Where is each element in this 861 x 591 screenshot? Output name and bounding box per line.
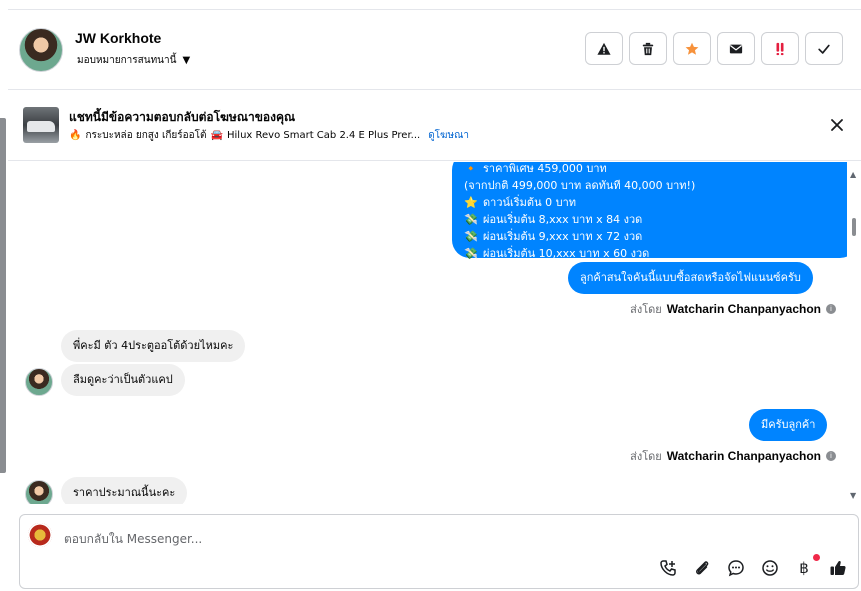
trash-icon xyxy=(642,42,654,55)
incoming-message-bubble[interactable]: พี่คะมี ตัว 4ประตูออโต้ด้วยไหมคะ xyxy=(61,330,246,362)
ad-reply-banner: แชทนี้มีข้อความตอบกลับต่อโฆษณาของคุณ 🔥 ก… xyxy=(8,91,861,161)
warning-icon xyxy=(597,42,611,55)
promo-line: 💸 ผ่อนเริ่มต้น 10,xxx บาท x 60 งวด xyxy=(464,247,650,260)
fire-icon: 🔥 xyxy=(69,130,82,141)
left-panel-edge xyxy=(0,118,6,473)
ad-banner-title: แชทนี้มีข้อความตอบกลับต่อโฆษณาของคุณ xyxy=(69,110,296,124)
sender-name: Watcharin Chanpanyachon xyxy=(666,449,821,463)
ad-banner-subtitle: 🔥 กระบะหล่อ ยกสูง เกียร์ออโต้ 🚘 Hilux Re… xyxy=(69,128,469,143)
composer-tools: ฿ xyxy=(658,554,848,578)
reply-input-placeholder[interactable]: ตอบกลับใน Messenger... xyxy=(64,530,202,549)
contact-avatar-small[interactable] xyxy=(25,480,53,504)
check-icon xyxy=(818,44,830,54)
envelope-icon xyxy=(729,44,743,53)
emoji-icon[interactable] xyxy=(760,558,780,578)
mark-unread-button[interactable] xyxy=(717,32,755,65)
incoming-message-bubble[interactable]: ลืมดูคะว่าเป็นตัวแคป xyxy=(61,364,185,396)
assign-conversation-dropdown[interactable]: มอบหมายการสนทนานี้ ▼ xyxy=(77,53,190,68)
flag-spam-button[interactable] xyxy=(761,32,799,65)
star-icon xyxy=(685,42,699,55)
scroll-down-icon[interactable]: ▼ xyxy=(850,491,856,500)
sent-by-label: ส่งโดย Watcharin Chanpanyachon i xyxy=(630,300,836,318)
sent-by-label: ส่งโดย Watcharin Chanpanyachon i xyxy=(630,447,836,465)
promo-line: 💸 ผ่อนเริ่มต้น 9,xxx บาท x 72 งวด xyxy=(464,230,643,243)
close-banner-button[interactable] xyxy=(827,115,847,135)
promo-line: ⭐ ดาวน์เริ่มต้น 0 บาท xyxy=(464,196,577,209)
mark-done-button[interactable] xyxy=(805,32,843,65)
saved-reply-icon[interactable] xyxy=(726,558,746,578)
paperclip-icon[interactable] xyxy=(692,558,712,578)
assign-label: มอบหมายการสนทนานี้ xyxy=(77,55,177,66)
contact-avatar[interactable] xyxy=(19,28,63,72)
sender-name: Watcharin Chanpanyachon xyxy=(666,302,821,316)
promo-line: 💸 ผ่อนเริ่มต้น 8,xxx บาท x 84 งวด xyxy=(464,213,643,226)
promo-line: 🔸 ราคาพิเศษ 459,000 บาท xyxy=(464,162,607,175)
info-icon[interactable]: i xyxy=(826,304,836,314)
reply-composer[interactable]: ตอบกลับใน Messenger... ฿ xyxy=(19,514,859,589)
ad-thumbnail[interactable] xyxy=(23,107,59,143)
delete-button[interactable] xyxy=(629,32,667,65)
info-icon[interactable]: i xyxy=(826,451,836,461)
caret-down-icon: ▼ xyxy=(182,55,191,66)
promo-line: (จากปกติ 499,000 บาท ลดทันที 40,000 บาท!… xyxy=(464,179,696,192)
view-ad-link[interactable]: ดูโฆษณา xyxy=(428,128,469,143)
notification-dot xyxy=(813,554,820,561)
promo-message-bubble[interactable]: 🔸 ราคาพิเศษ 459,000 บาท (จากปกติ 499,000 … xyxy=(452,162,847,260)
ad-subtitle-text: กระบะหล่อ ยกสูง เกียร์ออโต้ xyxy=(85,130,207,141)
exclamation-icon xyxy=(776,42,784,55)
ad-product-text: Hilux Revo Smart Cab 2.4 E Plus Prer... xyxy=(227,130,421,141)
incoming-message-bubble[interactable]: ราคาประมาณนี้นะคะ xyxy=(61,477,188,504)
car-icon: 🚘 xyxy=(210,130,223,141)
scroll-up-icon[interactable]: ▲ xyxy=(850,170,856,179)
close-icon xyxy=(831,119,843,131)
contact-avatar-small[interactable] xyxy=(25,368,53,396)
message-thread[interactable]: 🔸 ราคาพิเศษ 459,000 บาท (จากปกติ 499,000 … xyxy=(8,162,847,504)
thread-scrollbar[interactable]: ▲ ▼ xyxy=(847,162,861,504)
star-button[interactable] xyxy=(673,32,711,65)
conversation-header: JW Korkhote มอบหมายการสนทนานี้ ▼ xyxy=(8,10,861,90)
contact-name[interactable]: JW Korkhote xyxy=(75,30,161,46)
outgoing-message-bubble[interactable]: ลูกค้าสนใจคันนี้แบบซื้อสดหรือจัดไฟแนนซ์ค… xyxy=(568,262,813,294)
report-button[interactable] xyxy=(585,32,623,65)
page-badge-icon xyxy=(28,523,52,547)
baht-icon[interactable]: ฿ xyxy=(794,554,820,578)
thumbs-up-icon[interactable] xyxy=(828,558,848,578)
header-actions xyxy=(585,32,843,65)
scroll-thumb[interactable] xyxy=(852,218,856,236)
outgoing-message-bubble[interactable]: มีครับลูกค้า xyxy=(749,409,828,441)
call-add-icon[interactable] xyxy=(658,558,678,578)
